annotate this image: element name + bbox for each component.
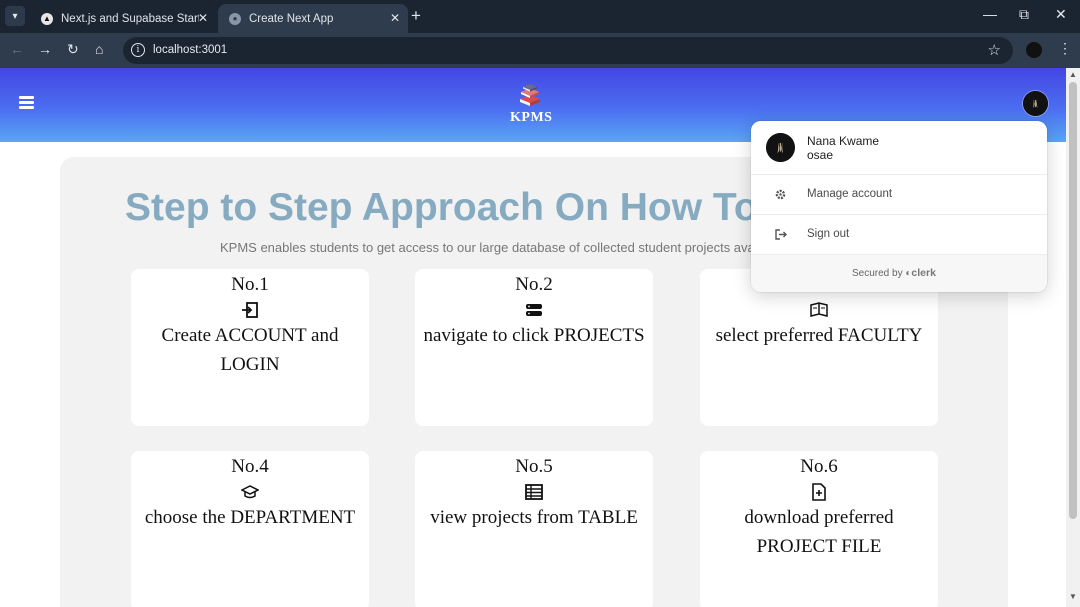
browser-tab-strip: ▾ ▲ Next.js and Supabase Starter Kit ✕ ●… bbox=[0, 0, 1080, 33]
step-label: download preferred PROJECT FILE bbox=[744, 507, 894, 557]
server-icon bbox=[526, 304, 542, 316]
back-arrow-icon[interactable]: ← bbox=[10, 41, 24, 57]
step-number: No.1 bbox=[231, 274, 269, 295]
new-tab-button[interactable]: + bbox=[411, 7, 421, 25]
sign-out-label: Sign out bbox=[807, 228, 850, 240]
reload-icon[interactable]: ↻ bbox=[67, 41, 79, 58]
tab-search-button[interactable]: ▾ bbox=[5, 6, 25, 26]
browser-menu-icon[interactable]: ⋮ bbox=[1058, 40, 1072, 57]
address-bar[interactable]: i localhost:3001 ☆ bbox=[123, 37, 1013, 64]
step-label: view projects from TABLE bbox=[430, 507, 638, 528]
user-preview: Nana Kwame osae bbox=[751, 121, 1047, 175]
table-icon bbox=[525, 484, 543, 500]
bookmark-star-icon[interactable]: ☆ bbox=[988, 41, 1001, 59]
sign-out-icon bbox=[775, 229, 787, 240]
browser-tab-create-next-app[interactable]: ● Create Next App ✕ bbox=[218, 4, 408, 33]
close-window-icon[interactable]: ✕ bbox=[1055, 6, 1067, 23]
user-username: osae bbox=[807, 148, 834, 162]
logo-text: KPMS bbox=[510, 110, 553, 125]
site-info-icon[interactable]: i bbox=[131, 43, 145, 57]
user-full-name: Nana Kwame bbox=[807, 134, 880, 148]
user-avatar-button[interactable] bbox=[1023, 91, 1048, 116]
step-label: choose the DEPARTMENT bbox=[144, 507, 356, 528]
scroll-down-icon[interactable]: ▼ bbox=[1069, 592, 1077, 601]
gear-icon bbox=[775, 189, 786, 200]
manage-account-button[interactable]: Manage account bbox=[751, 175, 1047, 215]
browser-toolbar: ← → ↻ ⌂ i localhost:3001 ☆ bbox=[0, 33, 1080, 68]
step-card-6: No.6 download preferred PROJECT FILE bbox=[700, 451, 938, 607]
home-icon[interactable]: ⌂ bbox=[95, 41, 103, 57]
url-text[interactable]: localhost:3001 bbox=[153, 44, 227, 56]
user-menu-popover: Nana Kwame osae Manage account Sign out … bbox=[751, 121, 1047, 292]
file-add-icon bbox=[812, 483, 826, 501]
forward-arrow-icon[interactable]: → bbox=[38, 41, 52, 57]
sign-out-button[interactable]: Sign out bbox=[751, 215, 1047, 255]
step-number: No.4 bbox=[231, 456, 269, 477]
minimize-window-icon[interactable]: — bbox=[983, 6, 997, 22]
step-label: Create ACCOUNT and LOGIN bbox=[161, 325, 339, 375]
hamburger-menu-icon[interactable] bbox=[19, 96, 34, 109]
restore-window-icon[interactable]: ⧉ bbox=[1019, 6, 1029, 23]
close-tab-icon[interactable]: ✕ bbox=[198, 11, 208, 25]
globe-favicon-icon: ● bbox=[229, 12, 241, 25]
step-card-5: No.5 view projects from TABLE bbox=[415, 451, 653, 607]
step-card-4: No.4 choose the DEPARTMENT bbox=[131, 451, 369, 607]
clerk-brand[interactable]: clerk bbox=[911, 267, 936, 279]
secured-by-label: Secured by bbox=[852, 268, 903, 279]
step-card-3: No.3 select preferred FACULTY bbox=[700, 269, 938, 426]
user-avatar-image bbox=[766, 133, 795, 162]
kpms-logo[interactable]: KPMS bbox=[510, 82, 553, 128]
step-label: navigate to click PROJECTS bbox=[423, 325, 645, 346]
user-avatar bbox=[766, 133, 795, 162]
browser-profile-avatar[interactable] bbox=[1026, 42, 1042, 58]
scroll-thumb[interactable] bbox=[1069, 82, 1077, 519]
graduation-cap-icon bbox=[241, 485, 259, 499]
manage-account-label: Manage account bbox=[807, 188, 893, 200]
step-label: select preferred FACULTY bbox=[715, 325, 923, 346]
login-icon bbox=[242, 302, 258, 318]
page-subtitle: KPMS enables students to get access to o… bbox=[220, 240, 786, 255]
step-card-1: No.1 Create ACCOUNT and LOGIN bbox=[131, 269, 369, 426]
step-number: No.5 bbox=[515, 456, 553, 477]
user-menu-footer: Secured by ◐clerk bbox=[751, 255, 1047, 292]
nextjs-favicon-icon: ▲ bbox=[41, 12, 53, 25]
tab-title: Next.js and Supabase Starter Kit bbox=[61, 12, 199, 25]
books-stack-icon bbox=[520, 84, 540, 106]
step-card-2: No.2 navigate to click PROJECTS bbox=[415, 269, 653, 426]
step-number: No.6 bbox=[800, 456, 838, 477]
step-number: No.2 bbox=[515, 274, 553, 295]
scroll-up-icon[interactable]: ▲ bbox=[1069, 70, 1077, 79]
secured-by-text: Secured by ◐clerk bbox=[852, 267, 936, 279]
book-open-icon bbox=[810, 302, 828, 317]
page-scrollbar[interactable]: ▲ ▼ bbox=[1066, 68, 1080, 607]
tab-title: Create Next App bbox=[249, 12, 334, 25]
user-menu-body: Nana Kwame osae Manage account Sign out bbox=[751, 121, 1047, 255]
browser-tab-starter-kit[interactable]: ▲ Next.js and Supabase Starter Kit ✕ bbox=[30, 4, 216, 33]
close-tab-icon[interactable]: ✕ bbox=[390, 11, 400, 25]
user-avatar-image bbox=[1023, 91, 1048, 116]
